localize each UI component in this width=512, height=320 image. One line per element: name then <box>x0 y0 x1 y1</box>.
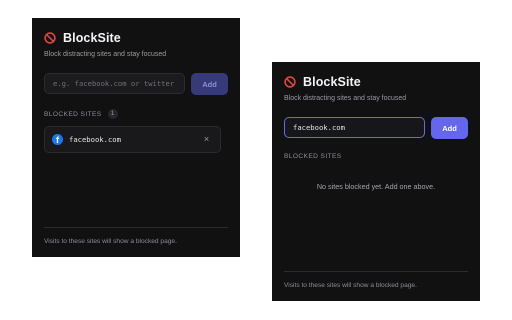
blocked-sites-heading: BLOCKED SITES <box>284 153 342 160</box>
footer-divider <box>284 271 468 272</box>
add-button[interactable]: Add <box>431 117 468 139</box>
blocked-site-item: f facebook.com × <box>44 126 221 153</box>
app-title: BlockSite <box>303 75 361 89</box>
popup-panel-empty: BlockSite Block distracting sites and st… <box>272 62 480 301</box>
app-title: BlockSite <box>63 31 121 45</box>
screenshot-canvas: BlockSite Block distracting sites and st… <box>0 0 512 320</box>
site-name: facebook.com <box>69 135 121 144</box>
footer-note: Visits to these sites will show a blocke… <box>44 238 177 245</box>
header: BlockSite <box>284 75 361 89</box>
no-entry-icon <box>44 32 56 44</box>
section-label: BLOCKED SITES <box>44 110 102 118</box>
close-icon[interactable]: × <box>202 135 211 144</box>
blocked-sites-heading: BLOCKED SITES 1 <box>44 109 118 119</box>
app-subtitle: Block distracting sites and stay focused <box>284 95 407 102</box>
site-input[interactable]: facebook.com <box>284 117 425 138</box>
section-label: BLOCKED SITES <box>284 153 342 160</box>
footer-note: Visits to these sites will show a blocke… <box>284 282 417 289</box>
empty-state-message: No sites blocked yet. Add one above. <box>316 182 436 191</box>
popup-panel-with-site: BlockSite Block distracting sites and st… <box>32 18 240 257</box>
add-button[interactable]: Add <box>191 73 228 95</box>
header: BlockSite <box>44 31 121 45</box>
site-input[interactable]: e.g. facebook.com or twitter <box>44 73 185 94</box>
no-entry-icon <box>284 76 296 88</box>
app-subtitle: Block distracting sites and stay focused <box>44 51 167 58</box>
blocked-count-badge: 1 <box>107 109 118 119</box>
footer-divider <box>44 227 228 228</box>
facebook-icon: f <box>52 134 63 145</box>
